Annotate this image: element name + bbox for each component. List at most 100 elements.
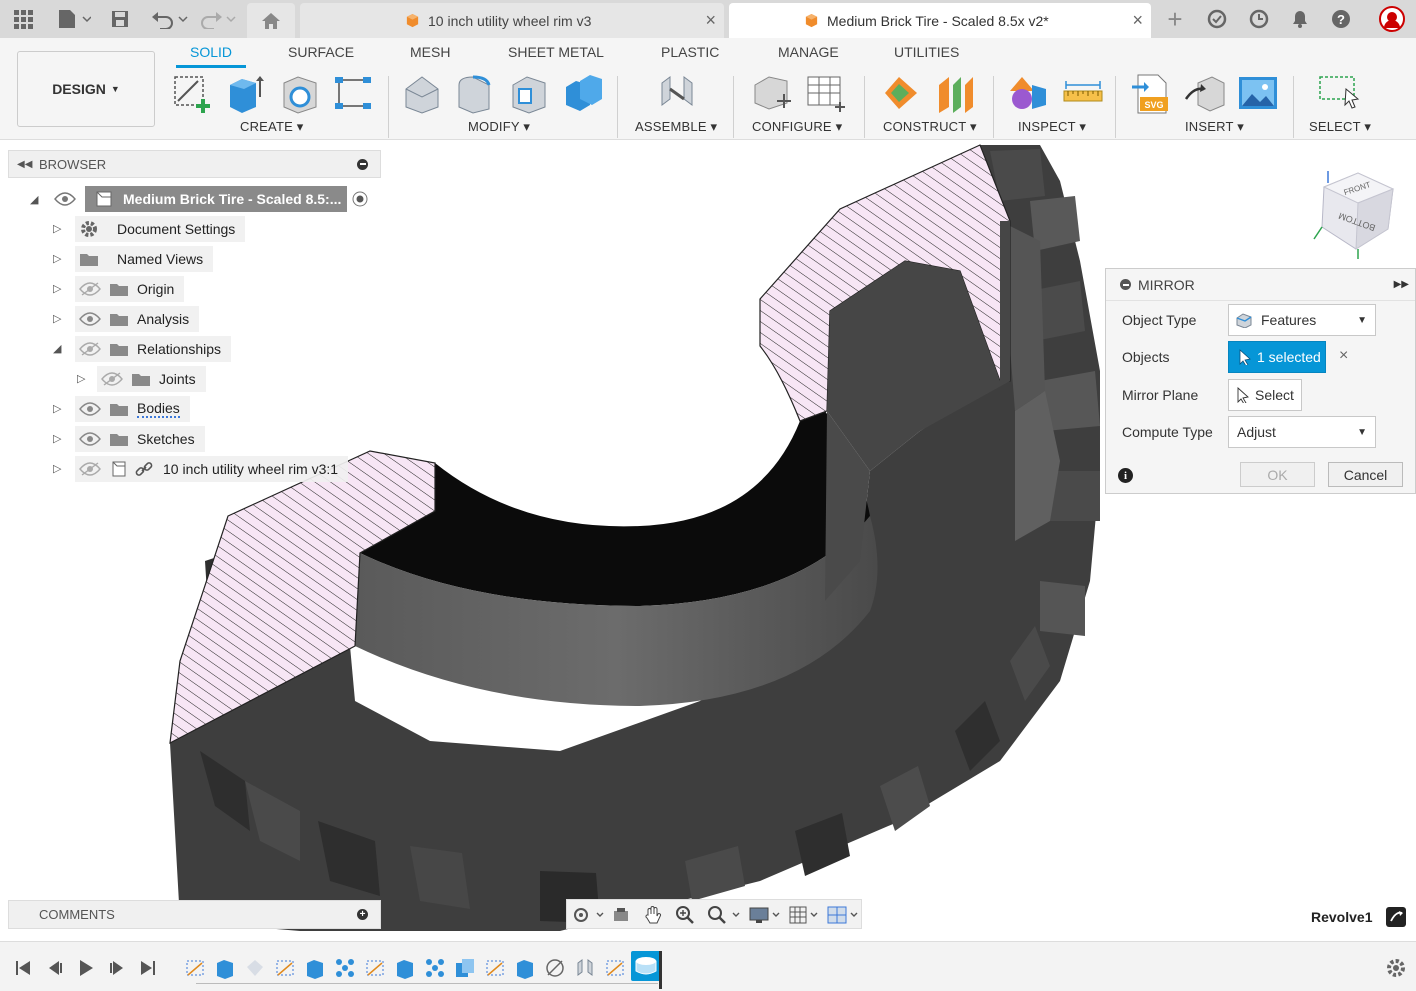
grid-settings-icon[interactable]	[789, 905, 823, 925]
hidden-eye-icon[interactable]	[101, 372, 123, 386]
collapse-triangle-icon[interactable]: ◢	[53, 342, 61, 355]
insert-group-label[interactable]: INSERT ▾	[1185, 119, 1244, 135]
create-group-label[interactable]: CREATE ▾	[240, 119, 304, 135]
offset-plane-icon[interactable]	[881, 73, 923, 115]
clock-icon[interactable]	[1247, 7, 1271, 31]
timeline-split-icon[interactable]	[544, 957, 566, 979]
canvas-image-icon[interactable]	[1237, 73, 1279, 115]
hidden-eye-icon[interactable]	[79, 342, 101, 356]
insert-svg-icon[interactable]: SVG	[1130, 73, 1172, 115]
expand-triangle-icon[interactable]: ▷	[53, 252, 61, 265]
browser-item-joints[interactable]: ▷ Joints	[77, 366, 206, 392]
object-type-select[interactable]: Features ▼	[1228, 304, 1376, 336]
timeline-body-icon[interactable]	[244, 957, 266, 979]
window-select-icon[interactable]	[1318, 73, 1360, 115]
tab-solid[interactable]: SOLID	[190, 44, 232, 60]
expand-triangle-icon[interactable]: ▷	[53, 282, 61, 295]
timeline-extrude-icon[interactable]	[214, 957, 236, 979]
timeline-extrude-icon[interactable]	[394, 957, 416, 979]
expand-triangle-icon[interactable]: ▷	[53, 222, 61, 235]
timeline-sketch-icon[interactable]	[274, 957, 296, 979]
combine-icon[interactable]	[562, 73, 604, 115]
activate-radio-icon[interactable]	[352, 191, 368, 207]
tab-manage[interactable]: MANAGE	[778, 44, 839, 60]
hidden-eye-icon[interactable]	[79, 462, 101, 476]
step-forward-icon[interactable]	[108, 959, 126, 977]
visibility-eye-icon[interactable]	[79, 432, 101, 446]
expand-triangle-icon[interactable]: ▷	[53, 432, 61, 445]
browser-item-named-views[interactable]: ▷ Named Views	[53, 246, 214, 272]
timeline-revolve-selected[interactable]	[631, 951, 661, 981]
timeline-pattern-icon[interactable]	[424, 957, 446, 979]
display-settings-icon[interactable]	[749, 905, 783, 925]
interference-icon[interactable]	[1008, 73, 1050, 115]
collapse-panel-icon[interactable]: ◀◀	[17, 159, 32, 170]
timeline-sketch-icon[interactable]	[364, 957, 386, 979]
timeline-extrude-icon[interactable]	[514, 957, 536, 979]
zoom-icon[interactable]	[675, 905, 695, 925]
collapse-dialog-icon[interactable]	[1120, 279, 1131, 290]
go-to-end-icon[interactable]	[139, 959, 157, 977]
browser-panel-header[interactable]: ◀◀ BROWSER	[8, 150, 381, 178]
visibility-eye-icon[interactable]	[54, 192, 76, 206]
insert-mesh-icon[interactable]	[1184, 73, 1226, 115]
expand-triangle-icon[interactable]: ▷	[77, 372, 85, 385]
press-pull-icon[interactable]	[402, 73, 444, 115]
construct-group-label[interactable]: CONSTRUCT ▾	[883, 119, 977, 135]
file-menu-icon[interactable]	[56, 7, 92, 31]
midplane-icon[interactable]	[935, 73, 977, 115]
job-status-icon[interactable]	[1205, 7, 1229, 31]
joint-icon[interactable]	[656, 73, 698, 115]
timeline-pattern-icon[interactable]	[334, 957, 356, 979]
inspect-group-label[interactable]: INSPECT ▾	[1018, 119, 1086, 135]
orbit-icon[interactable]	[571, 905, 605, 925]
browser-item-document-settings[interactable]: ▷ Document Settings	[53, 216, 246, 242]
play-icon[interactable]	[77, 959, 95, 977]
timeline-sketch-icon[interactable]	[604, 957, 626, 979]
undo-icon[interactable]	[150, 7, 190, 31]
expand-triangle-icon[interactable]: ▷	[53, 402, 61, 415]
visibility-eye-icon[interactable]	[79, 402, 101, 416]
workspace-switcher[interactable]: DESIGN ▼	[17, 51, 155, 127]
view-cube[interactable]: FRONT BOTTOM	[1313, 171, 1395, 259]
tab-plastic[interactable]: PLASTIC	[661, 44, 719, 60]
timeline-extrude-icon[interactable]	[304, 957, 326, 979]
comments-panel-header[interactable]: COMMENTS +	[8, 900, 381, 929]
look-at-icon[interactable]	[611, 905, 631, 925]
pan-hand-icon[interactable]	[643, 905, 663, 925]
viewports-icon[interactable]	[827, 905, 861, 925]
browser-item-linked-component[interactable]: ▷ 10 inch utility wheel rim v3:1	[53, 456, 349, 482]
browser-item-sketches[interactable]: ▷ Sketches	[53, 426, 205, 452]
go-to-start-icon[interactable]	[14, 959, 32, 977]
bell-icon[interactable]	[1288, 7, 1312, 31]
feature-status-icon[interactable]	[1386, 907, 1406, 927]
shell-icon[interactable]	[509, 73, 551, 115]
tire-model[interactable]	[169, 144, 1100, 931]
ok-button[interactable]: OK	[1240, 462, 1315, 487]
collapse-triangle-icon[interactable]: ◢	[30, 193, 38, 206]
zoom-window-icon[interactable]	[707, 905, 741, 925]
cancel-button[interactable]: Cancel	[1328, 462, 1403, 487]
clear-selection-icon[interactable]: ×	[1339, 347, 1348, 365]
close-tab-icon[interactable]: ×	[705, 10, 716, 31]
collapse-browser-icon[interactable]	[357, 158, 368, 170]
close-tab-icon[interactable]: ×	[1132, 10, 1143, 31]
tab-wheel-rim[interactable]: 10 inch utility wheel rim v3 ×	[300, 3, 724, 38]
mirror-dialog-header[interactable]: MIRROR ▶▶	[1106, 269, 1415, 301]
redo-icon[interactable]	[198, 7, 238, 31]
fillet-icon[interactable]	[455, 73, 497, 115]
browser-item-bodies[interactable]: ▷ Bodies	[53, 396, 190, 422]
mirror-plane-select-button[interactable]: Select	[1228, 379, 1302, 411]
compute-type-select[interactable]: Adjust ▼	[1228, 416, 1376, 448]
timeline-joint-icon[interactable]	[574, 957, 596, 979]
create-sketch-icon[interactable]	[172, 73, 214, 115]
tab-utilities[interactable]: UTILITIES	[894, 44, 959, 60]
user-avatar-icon[interactable]	[1379, 6, 1405, 32]
timeline-combine-icon[interactable]	[454, 957, 476, 979]
step-back-icon[interactable]	[46, 959, 64, 977]
new-tab-icon[interactable]: +	[1163, 4, 1187, 34]
expand-dialog-icon[interactable]: ▶▶	[1394, 279, 1409, 290]
timeline-sketch-icon[interactable]	[184, 957, 206, 979]
apps-grid-icon[interactable]	[11, 7, 35, 31]
hidden-eye-icon[interactable]	[79, 282, 101, 296]
